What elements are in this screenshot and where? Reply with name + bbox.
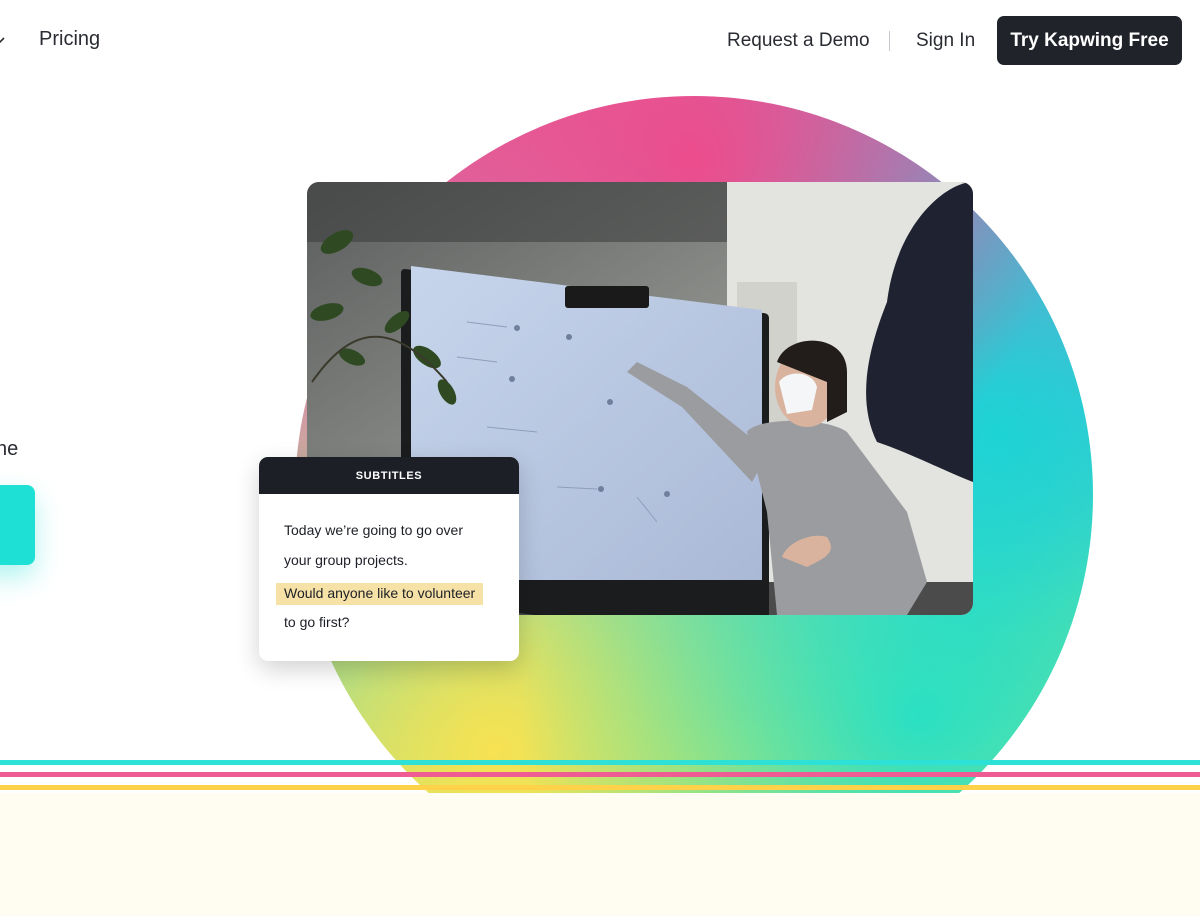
nav-pricing-link[interactable]: Pricing xyxy=(39,28,100,51)
top-navigation: Pricing Request a Demo Sign In Try Kapwi… xyxy=(0,0,1200,84)
try-free-button[interactable]: Try Kapwing Free xyxy=(997,16,1182,65)
subtitle-line-highlighted: Would anyone like to volunteer xyxy=(276,583,484,605)
subtitles-card-header: SUBTITLES xyxy=(259,457,519,494)
sign-in-link[interactable]: Sign In xyxy=(916,30,975,52)
subtitle-line: Today we’re going to go over xyxy=(284,522,463,538)
stripe-yellow xyxy=(0,785,1200,790)
chevron-down-icon[interactable] xyxy=(0,30,6,50)
subtitle-line: your group projects. xyxy=(284,552,408,568)
subtitles-card: SUBTITLES Today we’re going to go over y… xyxy=(259,457,519,661)
hero-description-fragment: ne xyxy=(0,438,19,460)
subtitle-line: to go first? xyxy=(284,614,350,630)
stripe-pink xyxy=(0,772,1200,777)
nav-divider xyxy=(889,31,890,51)
next-section-background xyxy=(0,793,1200,916)
stripe-teal xyxy=(0,760,1200,765)
hero-cta-button[interactable] xyxy=(0,485,35,565)
request-demo-link[interactable]: Request a Demo xyxy=(727,30,870,52)
